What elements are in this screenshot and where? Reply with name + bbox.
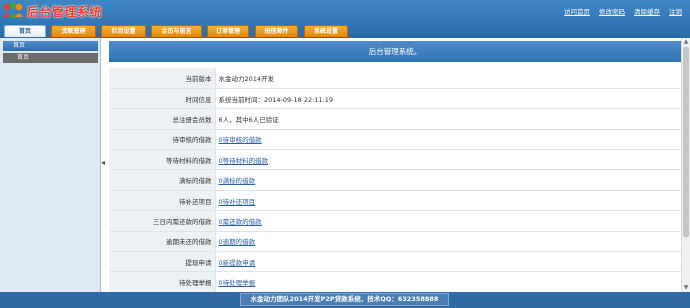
row-label: 待审核的借款 (109, 129, 216, 151)
logout-link[interactable]: 注销 (669, 6, 682, 16)
row-label: 逾期未还的借款 (109, 231, 216, 253)
row-value-link[interactable]: 0等待材料的借款 (219, 157, 269, 165)
brand-title: 后台管理系统 (27, 5, 103, 19)
vertical-scrollbar[interactable]: ▲ ▼ (681, 38, 690, 292)
header-bar: 后台管理系统 访问首页 修改密码 清除缓存 注销 首页 贷款管理 栏目设置 会员… (0, 0, 690, 38)
row-value-cell: 0需还款的借款 (215, 210, 681, 232)
row-value-cell: 0待处理举报 (215, 271, 681, 292)
sidebar: 首页 首页 (0, 38, 101, 292)
collapse-arrow-icon[interactable]: ◂ (99, 158, 107, 168)
tab-members-messages[interactable]: 会员与留言 (151, 25, 202, 37)
row-label: 提现申请 (109, 251, 216, 273)
row-value-cell: 系统当前时间：2014-09-18 22:11:19 (215, 88, 681, 110)
tab-column-settings[interactable]: 栏目设置 (101, 25, 146, 37)
row-value-cell: 6人，其中6人已验证 (215, 108, 681, 130)
table-row: 满标的借款 0满标的借款 (109, 169, 681, 191)
footer: 水金动力团队2014开发P2P贷款系统，技术QQ：632358888 (0, 292, 690, 308)
row-value-link[interactable]: 0新提款申请 (219, 259, 256, 267)
table-row: 待补还项目 0待补还项目 (109, 190, 681, 212)
scroll-down-icon[interactable]: ▼ (682, 284, 690, 292)
row-label: 当前版本 (109, 68, 216, 89)
panel-title: 后台管理系统。 (109, 41, 681, 62)
scroll-up-icon[interactable]: ▲ (682, 38, 690, 46)
table-row: 提现申请 0新提款申请 (109, 251, 681, 273)
main-content: 后台管理系统。 当前版本 水金动力2014开发 时间信息 系统当前时间：2014-09… (109, 41, 681, 292)
row-value-cell: 0待审核的借款 (215, 129, 681, 151)
row-value-link[interactable]: 0待处理举报 (219, 279, 256, 287)
tab-loan-management[interactable]: 贷款管理 (51, 25, 96, 37)
row-value-cell: 0待补还项目 (215, 190, 681, 212)
table-row: 待处理举报 0待处理举报 (109, 271, 681, 292)
main-nav: 首页 贷款管理 栏目设置 会员与留言 订单管理 短信邮件 系统设置 (0, 24, 690, 38)
row-value-link[interactable]: 0逾期的借款 (219, 238, 256, 246)
row-value-link[interactable]: 0满标的借款 (219, 177, 256, 185)
row-value-cell: 0等待材料的借款 (215, 149, 681, 171)
sidebar-header[interactable]: 首页 (3, 41, 98, 51)
row-value-link[interactable]: 0待审核的借款 (219, 136, 262, 144)
table-row: 当前版本 水金动力2014开发 (109, 68, 681, 89)
tab-system-settings[interactable]: 系统设置 (304, 25, 348, 37)
table-row: 三日内需还款的借款 0需还款的借款 (109, 210, 681, 232)
table-row: 待审核的借款 0待审核的借款 (109, 129, 681, 151)
table-row: 等待材料的借款 0等待材料的借款 (109, 149, 681, 171)
row-label: 三日内需还款的借款 (109, 210, 216, 232)
row-label: 时间信息 (109, 88, 216, 110)
logo-people-icon (3, 2, 23, 18)
row-value-cell: 0新提款申请 (215, 251, 681, 273)
row-label: 满标的借款 (109, 169, 216, 191)
info-table: 当前版本 水金动力2014开发 时间信息 系统当前时间：2014-09-18 22:1… (109, 68, 681, 292)
change-password-link[interactable]: 修改密码 (599, 6, 625, 16)
row-value-cell: 0满标的借款 (215, 169, 681, 191)
clear-cache-link[interactable]: 清除缓存 (634, 6, 660, 16)
row-label: 待处理举报 (109, 271, 216, 292)
footer-text: 水金动力团队2014开发P2P贷款系统，技术QQ：632358888 (240, 293, 449, 306)
scroll-thumb[interactable] (683, 47, 689, 237)
row-label: 等待材料的借款 (109, 149, 216, 171)
row-label: 待补还项目 (109, 190, 216, 212)
row-value-link[interactable]: 0待补还项目 (219, 198, 256, 206)
sidebar-item-home[interactable]: 首页 (3, 53, 98, 63)
tab-sms-email[interactable]: 短信邮件 (255, 25, 298, 37)
table-row: 时间信息 系统当前时间：2014-09-18 22:11:19 (109, 88, 681, 110)
tab-home[interactable]: 首页 (4, 25, 46, 37)
row-value-cell: 0逾期的借款 (215, 231, 681, 253)
row-label: 总注册会员数 (109, 108, 216, 130)
top-links: 访问首页 修改密码 清除缓存 注销 (564, 6, 682, 16)
table-row: 逾期未还的借款 0逾期的借款 (109, 231, 681, 253)
visit-home-link[interactable]: 访问首页 (564, 6, 590, 16)
table-row: 总注册会员数 6人，其中6人已验证 (109, 108, 681, 130)
tab-order-management[interactable]: 订单管理 (207, 25, 249, 37)
row-value-link[interactable]: 0需还款的借款 (219, 218, 262, 226)
row-value-cell: 水金动力2014开发 (215, 68, 681, 89)
